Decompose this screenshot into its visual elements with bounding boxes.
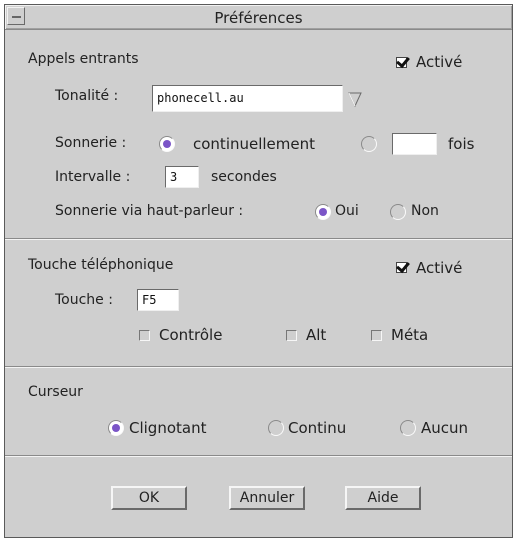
modifier-control-label: Contrôle bbox=[159, 326, 223, 344]
interval-unit: secondes bbox=[211, 169, 277, 185]
modifier-alt-checkbox[interactable] bbox=[286, 330, 297, 341]
chevron-down-icon bbox=[348, 92, 362, 108]
divider bbox=[5, 366, 512, 368]
ringtone-label: Tonalité : bbox=[55, 88, 119, 104]
ringtone-dropdown-button[interactable] bbox=[346, 87, 364, 109]
speaker-yes-label: Oui bbox=[335, 203, 359, 219]
divider bbox=[5, 238, 512, 240]
ringtone-value: phonecell.au bbox=[157, 91, 244, 105]
interval-label: Intervalle : bbox=[55, 169, 131, 185]
incoming-enabled-checkbox[interactable] bbox=[396, 57, 407, 68]
speaker-no-radio[interactable] bbox=[390, 204, 406, 220]
interval-field[interactable]: 3 bbox=[165, 166, 199, 188]
speaker-yes-radio[interactable] bbox=[315, 204, 331, 220]
speaker-no-label: Non bbox=[411, 203, 439, 219]
preferences-window: Préférences Appels entrants Activé Tonal… bbox=[4, 4, 513, 538]
hotkey-heading: Touche téléphonique bbox=[28, 257, 174, 273]
ring-times-label: fois bbox=[448, 135, 475, 153]
cancel-button[interactable]: Annuler bbox=[229, 486, 305, 510]
speaker-label: Sonnerie via haut-parleur : bbox=[55, 203, 244, 219]
ringtone-field[interactable]: phonecell.au bbox=[152, 85, 343, 112]
ring-times-radio[interactable] bbox=[361, 136, 377, 152]
hotkey-enabled-label: Activé bbox=[416, 259, 463, 277]
ok-button[interactable]: OK bbox=[111, 486, 187, 510]
modifier-meta-label: Méta bbox=[391, 326, 429, 344]
modifier-alt-label: Alt bbox=[306, 326, 327, 344]
hotkey-enabled-checkbox[interactable] bbox=[396, 262, 407, 273]
cursor-steady-label: Continu bbox=[288, 419, 347, 437]
title-bar: Préférences bbox=[5, 5, 512, 30]
incoming-enabled-label: Activé bbox=[416, 53, 463, 71]
divider bbox=[5, 455, 512, 457]
ring-times-field[interactable] bbox=[392, 133, 437, 155]
cursor-blink-radio[interactable] bbox=[108, 420, 124, 436]
modifier-meta-checkbox[interactable] bbox=[371, 330, 382, 341]
ring-continuous-radio[interactable] bbox=[159, 136, 175, 152]
key-label: Touche : bbox=[55, 292, 113, 308]
incoming-calls-heading: Appels entrants bbox=[28, 51, 139, 67]
cursor-none-label: Aucun bbox=[421, 419, 469, 437]
ring-label: Sonnerie : bbox=[55, 135, 127, 151]
help-button[interactable]: Aide bbox=[345, 486, 421, 510]
ring-continuous-label: continuellement bbox=[193, 135, 316, 153]
cursor-blink-label: Clignotant bbox=[129, 419, 207, 437]
cursor-steady-radio[interactable] bbox=[268, 420, 284, 436]
window-title: Préférences bbox=[214, 9, 303, 27]
cursor-heading: Curseur bbox=[28, 384, 83, 400]
key-field[interactable]: F5 bbox=[137, 289, 179, 311]
modifier-control-checkbox[interactable] bbox=[139, 330, 150, 341]
cursor-none-radio[interactable] bbox=[400, 420, 416, 436]
